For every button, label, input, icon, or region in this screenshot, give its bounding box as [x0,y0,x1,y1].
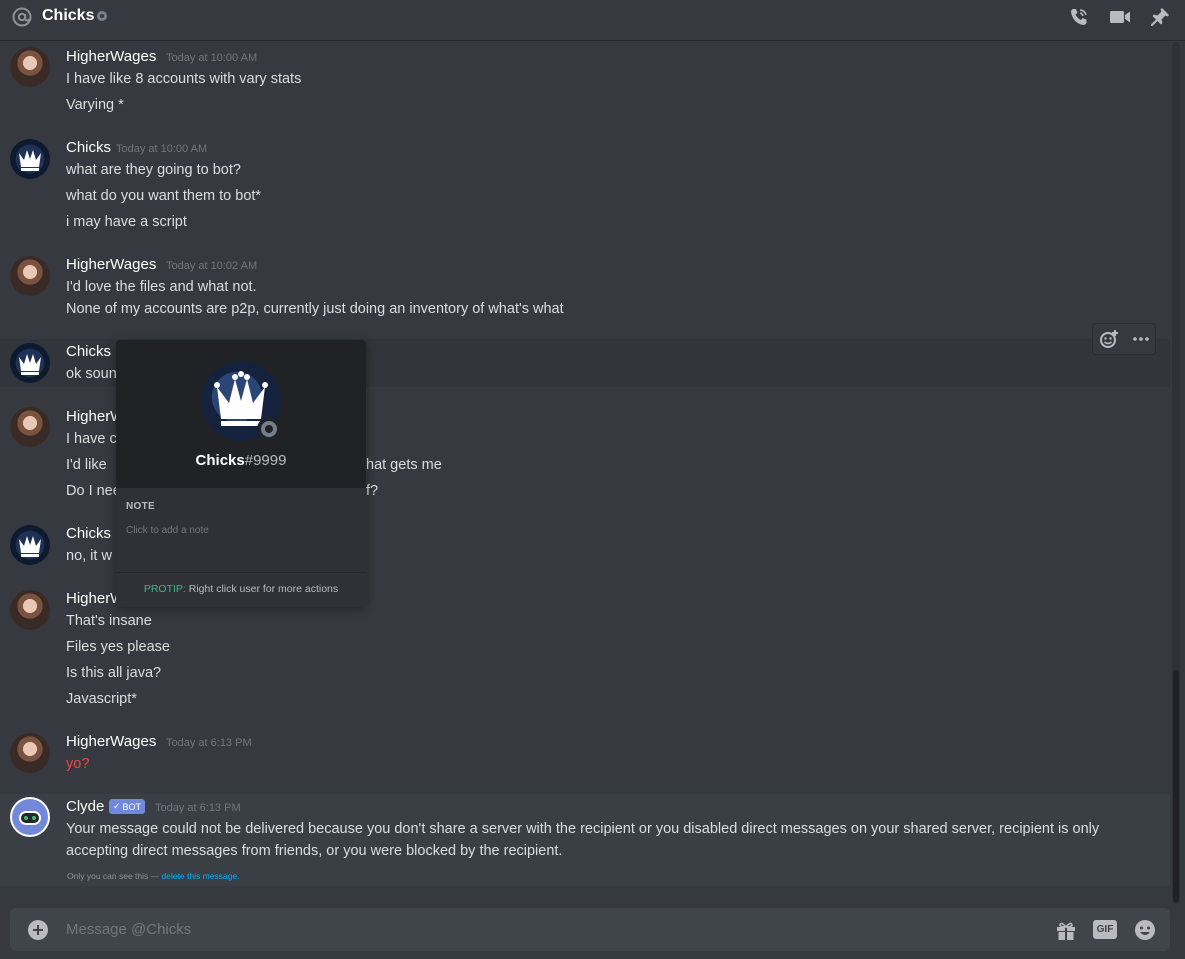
emoji-icon[interactable] [1134,919,1156,941]
avatar[interactable] [10,525,50,565]
message-composer: Message @Chicks GIF [10,908,1170,951]
add-reaction-icon[interactable] [1099,329,1119,349]
message-text: I'd like [66,457,107,473]
username[interactable]: Chicks [66,343,111,360]
message-text: Do I nee [66,483,121,499]
message-text: what are they going to bot? [66,162,241,178]
timestamp: Today at 10:00 AM [116,143,208,155]
pin-icon[interactable] [1149,6,1171,28]
message-text: f? [366,483,379,499]
message-text: Is this all java? [66,665,162,681]
message-text: no, it w [66,548,112,564]
message-text: Javascript* [66,691,137,707]
avatar[interactable] [10,590,50,630]
failed-message-text: yo? [66,756,90,772]
avatar[interactable] [10,797,50,837]
message-text: None of my accounts are p2p, currently j… [66,301,564,317]
offline-status-icon [97,11,107,21]
more-options-icon[interactable] [1131,329,1151,349]
username[interactable]: Chicks [66,139,111,156]
message-text: Your message could not be delivered beca… [66,821,1100,859]
message-text: I have like 8 accounts with vary stats [66,71,302,87]
crown-icon [19,536,41,557]
avatar[interactable] [10,733,50,773]
message-text: hat gets me [366,457,442,473]
delete-message-link[interactable]: delete this message. [162,871,240,881]
verified-check-icon: ✓ [113,801,121,811]
message-text: Files yes please [66,639,170,655]
offline-status-icon [257,417,281,441]
avatar[interactable] [10,256,50,296]
ephemeral-notice: Only you can see this — delete this mess… [67,871,240,881]
message-text: i may have a script [66,214,187,230]
message-text: what do you want them to bot* [66,188,262,204]
username[interactable]: HigherWages [66,733,156,750]
channel-header: Chicks [0,0,1185,41]
message-text: I have c [66,431,117,447]
divider [116,572,366,573]
protip: PROTIP: Right click user for more action… [143,583,339,595]
upload-plus-button[interactable] [28,920,48,940]
avatar[interactable] [10,139,50,179]
gif-button[interactable]: GIF [1093,920,1117,939]
user-profile-popout: Chicks#9999 NOTE Click to add a note PRO… [116,340,366,607]
at-icon [12,7,32,27]
popout-username: Chicks#9999 [195,452,287,469]
username[interactable]: HigherWages [66,256,156,273]
message-actions-bar [1092,323,1156,355]
video-call-icon[interactable] [1109,6,1131,28]
crown-icon [19,354,41,375]
note-input[interactable]: Click to add a note [126,525,209,536]
note-heading: NOTE [126,501,155,512]
gift-icon[interactable] [1055,919,1077,941]
avatar[interactable] [10,47,50,87]
timestamp: Today at 10:02 AM [166,260,258,272]
timestamp: Today at 6:13 PM [155,802,241,814]
avatar[interactable] [10,343,50,383]
scrollbar-thumb[interactable] [1173,670,1179,902]
timestamp: Today at 6:13 PM [166,737,252,749]
message-input[interactable]: Message @Chicks [66,921,191,938]
message-text: That's insane [66,613,152,629]
crown-icon [19,150,41,171]
clyde-bot-icon [12,799,48,835]
username[interactable]: HigherWages [66,48,156,65]
bot-badge: ✓ BOT [109,799,146,814]
timestamp: Today at 10:00 AM [166,52,258,64]
phone-call-icon[interactable] [1068,6,1090,28]
avatar[interactable] [10,407,50,447]
message-text: I'd love the files and what not. [66,279,257,295]
username[interactable]: Clyde [66,798,104,815]
channel-title: Chicks [42,7,95,24]
message-text: ok soun [66,366,117,382]
username[interactable]: Chicks [66,525,111,542]
message-text: Varying * [66,97,124,113]
